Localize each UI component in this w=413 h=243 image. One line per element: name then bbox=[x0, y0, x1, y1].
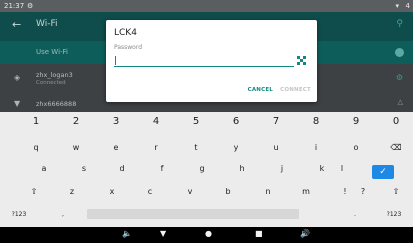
key[interactable]: q bbox=[16, 143, 56, 152]
key[interactable]: 2 bbox=[56, 116, 96, 127]
soft-keyboard: 1 2 3 4 5 6 7 8 9 0 q w e r t y u i o ⌫ … bbox=[0, 112, 413, 227]
cancel-button[interactable]: CANCEL bbox=[248, 87, 273, 93]
wifi-icon: ▼ bbox=[14, 99, 21, 108]
key[interactable]: e bbox=[96, 143, 136, 152]
key[interactable]: i bbox=[296, 143, 336, 152]
wifi-icon: ◈ bbox=[14, 73, 21, 82]
search-icon[interactable]: ⚲ bbox=[396, 19, 403, 29]
key[interactable]: b bbox=[208, 187, 248, 196]
key[interactable]: 0 bbox=[376, 116, 413, 127]
key[interactable]: v bbox=[170, 187, 210, 196]
key[interactable]: d bbox=[102, 164, 142, 173]
key[interactable]: 4 bbox=[136, 116, 176, 127]
key[interactable]: 3 bbox=[96, 116, 136, 127]
recents-square-icon[interactable]: ■ bbox=[255, 229, 263, 238]
key[interactable]: c bbox=[130, 187, 170, 196]
gear-icon: ⚙ bbox=[27, 2, 34, 10]
key[interactable]: y bbox=[216, 143, 256, 152]
status-bar: 21:37 ⚙ ▾ 4 bbox=[0, 0, 413, 12]
period-key[interactable]: . bbox=[345, 211, 365, 218]
dialog-title: LCK4 bbox=[114, 28, 137, 38]
key[interactable]: z bbox=[52, 187, 92, 196]
password-hint: Password bbox=[114, 44, 143, 51]
key[interactable]: j bbox=[262, 164, 302, 173]
volume-up-icon[interactable]: 🔊 bbox=[300, 229, 310, 238]
use-wifi-toggle[interactable] bbox=[395, 48, 404, 57]
home-circle-icon[interactable]: ● bbox=[205, 229, 212, 238]
battery-level: 4 bbox=[405, 2, 410, 10]
key[interactable]: m bbox=[286, 187, 326, 196]
enter-check-icon[interactable]: ✓ bbox=[372, 165, 394, 179]
key[interactable]: n bbox=[248, 187, 288, 196]
backspace-icon[interactable]: ⌫ bbox=[376, 143, 413, 152]
shift-icon[interactable]: ⇧ bbox=[376, 187, 413, 196]
key[interactable]: 9 bbox=[336, 116, 376, 127]
symbols-key[interactable]: ?123 bbox=[379, 211, 409, 218]
key[interactable]: s bbox=[64, 164, 104, 173]
screen: 21:37 ⚙ ▾ 4 ← Wi-Fi ⚲ Use Wi-Fi ◈ zhx_lo… bbox=[0, 0, 413, 243]
navigation-bar: 🔈 ▼ ● ■ 🔊 bbox=[0, 227, 413, 243]
use-wifi-label: Use Wi-Fi bbox=[36, 48, 69, 56]
page-title: Wi-Fi bbox=[36, 19, 58, 29]
text-caret bbox=[115, 56, 116, 65]
key[interactable]: h bbox=[222, 164, 262, 173]
key[interactable]: r bbox=[136, 143, 176, 152]
connect-button[interactable]: CONNECT bbox=[280, 87, 311, 93]
show-password-icon[interactable] bbox=[297, 56, 306, 65]
key[interactable]: o bbox=[336, 143, 376, 152]
wifi-signal-icon: ▾ bbox=[395, 2, 399, 10]
back-triangle-icon[interactable]: ▼ bbox=[160, 229, 166, 238]
key[interactable]: 5 bbox=[176, 116, 216, 127]
key[interactable]: a bbox=[24, 164, 64, 173]
lock-icon: △ bbox=[397, 98, 403, 106]
key[interactable]: f bbox=[142, 164, 182, 173]
network-status: Connected bbox=[36, 80, 66, 86]
key[interactable]: 7 bbox=[256, 116, 296, 127]
space-bar[interactable] bbox=[87, 209, 299, 219]
key[interactable]: 8 bbox=[296, 116, 336, 127]
key[interactable]: 6 bbox=[216, 116, 256, 127]
password-dialog: LCK4 Password CANCEL CONNECT bbox=[106, 20, 317, 102]
symbols-key[interactable]: ?123 bbox=[4, 211, 34, 218]
back-arrow-icon[interactable]: ← bbox=[12, 18, 21, 31]
gear-icon[interactable]: ⚙ bbox=[396, 73, 403, 82]
volume-down-icon[interactable]: 🔈 bbox=[122, 229, 132, 238]
key[interactable]: w bbox=[56, 143, 96, 152]
status-time: 21:37 bbox=[4, 2, 25, 10]
key[interactable]: l bbox=[322, 164, 362, 173]
password-input[interactable] bbox=[114, 53, 294, 67]
shift-icon[interactable]: ⇧ bbox=[14, 187, 54, 196]
network-name: zhx6666888 bbox=[36, 100, 77, 108]
key[interactable]: 1 bbox=[16, 116, 56, 127]
key[interactable]: g bbox=[182, 164, 222, 173]
comma-key[interactable]: , bbox=[53, 211, 73, 218]
key[interactable]: u bbox=[256, 143, 296, 152]
key[interactable]: x bbox=[92, 187, 132, 196]
key[interactable]: t bbox=[176, 143, 216, 152]
network-name: zhx_logan3 bbox=[36, 71, 73, 79]
